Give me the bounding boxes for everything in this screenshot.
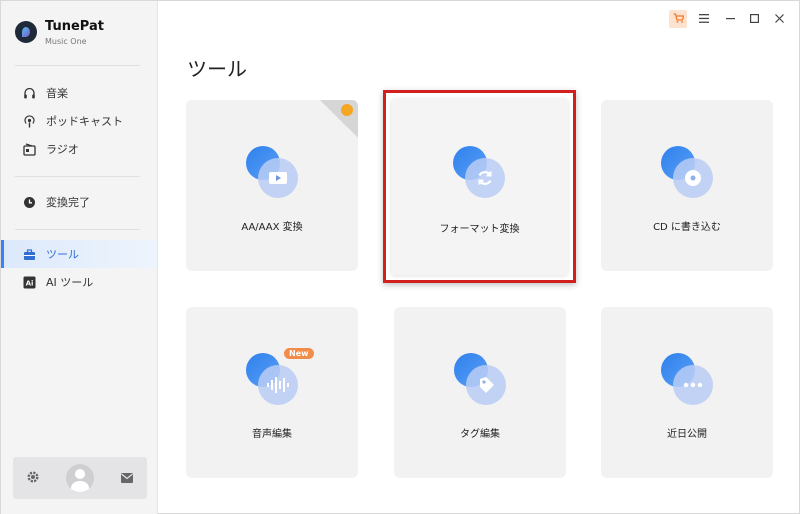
sidebar-item-converted[interactable]: 変換完了 [1, 188, 157, 216]
card-label: AA/AAX 変換 [241, 222, 303, 233]
sidebar-item-label: 音楽 [46, 87, 68, 100]
new-badge: New [284, 348, 314, 359]
crown-icon [341, 104, 353, 116]
cd-icon [661, 146, 713, 198]
radio-icon [23, 142, 36, 156]
premium-corner [320, 100, 358, 138]
sidebar-item-music[interactable]: 音楽 [1, 79, 157, 107]
page-title: ツール [187, 57, 247, 81]
maximize-button[interactable] [745, 10, 763, 28]
sidebar-item-ai-tools[interactable]: Ai AI ツール [1, 268, 157, 296]
svg-text:Ai: Ai [26, 279, 34, 287]
toolbox-icon [23, 248, 36, 261]
avatar[interactable] [66, 464, 94, 492]
more-icon [661, 353, 713, 405]
divider [15, 65, 140, 66]
app-subtitle: Music One [45, 37, 87, 46]
card-label: 音声編集 [252, 429, 292, 440]
sidebar-item-label: ラジオ [46, 143, 79, 156]
sidebar-item-tools[interactable]: ツール [1, 240, 157, 268]
tool-card-aa-aax[interactable]: AA/AAX 変換 [186, 100, 358, 271]
app-window: TunePat Music One 音楽 ポッドキャスト ラジオ 変換完了 ツー… [0, 0, 800, 514]
divider [15, 176, 140, 177]
sidebar-item-label: ツール [46, 248, 79, 261]
menu-button[interactable] [695, 10, 713, 28]
waveform-icon [246, 353, 298, 405]
tag-icon [454, 353, 506, 405]
clock-icon [23, 196, 36, 209]
minimize-button[interactable] [721, 10, 739, 28]
cart-button[interactable] [669, 10, 687, 28]
card-label: フォーマット変換 [439, 224, 520, 235]
close-icon [774, 12, 784, 26]
app-name: TunePat [45, 19, 104, 34]
mail-icon[interactable] [120, 469, 134, 488]
headphones-icon [23, 87, 36, 100]
tool-card-coming-soon[interactable]: 近日公開 [601, 307, 773, 478]
sidebar-item-label: 変換完了 [46, 196, 90, 209]
app-logo-icon [15, 21, 37, 43]
tool-card-burn-cd[interactable]: CD に書き込む [601, 100, 773, 271]
gear-icon[interactable] [26, 469, 40, 488]
card-label: 近日公開 [667, 429, 707, 440]
minimize-icon [725, 12, 735, 26]
menu-icon [699, 12, 709, 26]
sidebar-item-label: ポッドキャスト [46, 115, 123, 128]
card-label: CD に書き込む [653, 222, 721, 233]
refresh-icon [453, 146, 505, 198]
podcast-icon [23, 114, 36, 128]
sidebar-item-podcast[interactable]: ポッドキャスト [1, 107, 157, 135]
close-button[interactable] [770, 10, 788, 28]
sidebar-item-radio[interactable]: ラジオ [1, 135, 157, 163]
card-label: タグ編集 [460, 429, 500, 440]
brand: TunePat Music One [15, 19, 104, 48]
sidebar: TunePat Music One 音楽 ポッドキャスト ラジオ 変換完了 ツー… [1, 1, 158, 514]
divider [15, 229, 140, 230]
tool-card-tag-edit[interactable]: タグ編集 [394, 307, 566, 478]
tool-card-format-convert[interactable]: フォーマット変換 [391, 98, 568, 275]
tool-card-audio-edit[interactable]: New 音声編集 [186, 307, 358, 478]
ai-icon: Ai [23, 276, 36, 289]
cart-icon [673, 12, 684, 26]
sidebar-item-label: AI ツール [46, 276, 94, 289]
maximize-icon [749, 12, 759, 26]
video-icon [246, 146, 298, 198]
account-bar [13, 457, 147, 499]
